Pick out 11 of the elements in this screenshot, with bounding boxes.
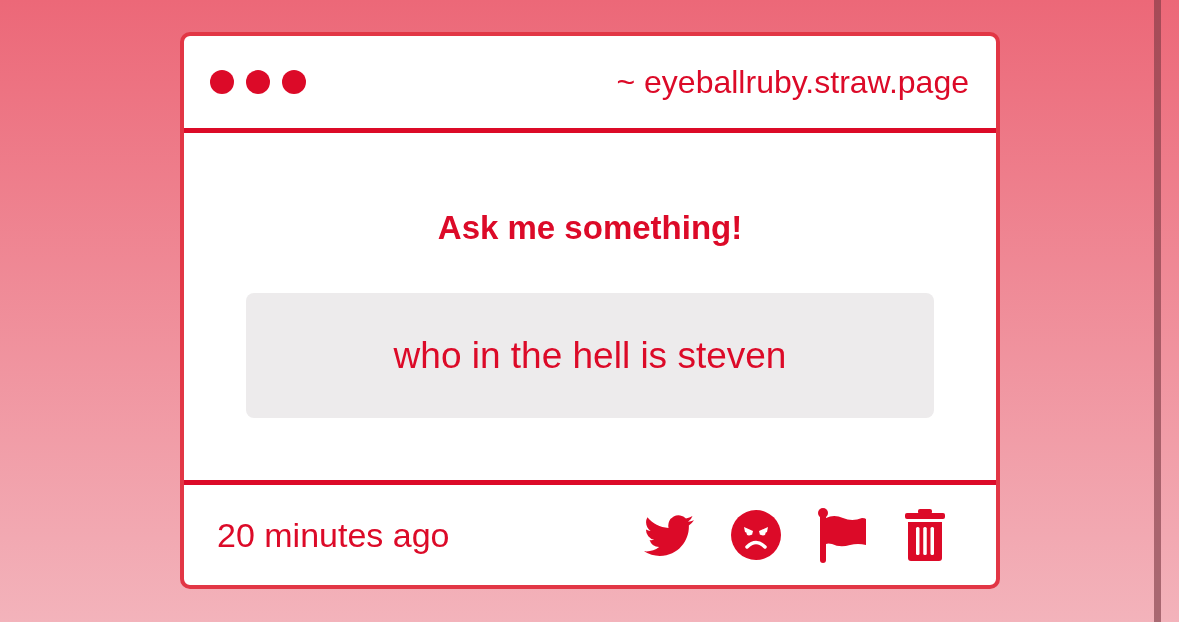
site-title: ~ eyeballruby.straw.page bbox=[616, 63, 969, 102]
timestamp: 20 minutes ago bbox=[217, 515, 450, 555]
heading: Ask me something! bbox=[437, 208, 743, 248]
question-text: who in the hell is steven bbox=[246, 293, 934, 418]
angry-face-icon[interactable] bbox=[731, 510, 781, 560]
dot-icon bbox=[246, 70, 270, 94]
dot-icon bbox=[282, 70, 306, 94]
trash-icon[interactable] bbox=[905, 509, 945, 561]
dot-icon bbox=[210, 70, 234, 94]
bird-icon[interactable] bbox=[644, 514, 694, 556]
flag-icon[interactable] bbox=[818, 507, 868, 563]
